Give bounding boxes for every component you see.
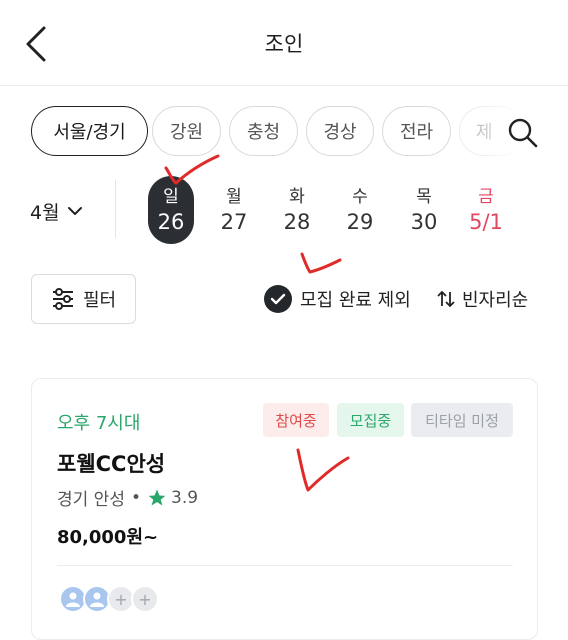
date-item-28[interactable]: 화 28: [274, 176, 320, 244]
date-number: 26: [157, 210, 185, 234]
teetime-badge: 티타임 미정: [411, 403, 513, 437]
date-weekday: 화: [289, 187, 305, 207]
region-chip-gangwon[interactable]: 강원: [152, 106, 221, 156]
empty-slot: +: [131, 585, 159, 613]
region-chip-gyeongsang[interactable]: 경상: [306, 106, 374, 156]
red-check-mark-icon: [164, 154, 220, 185]
search-button[interactable]: [506, 116, 540, 150]
date-weekday: 수: [352, 187, 368, 207]
date-number: 27: [220, 210, 248, 234]
date-number: 29: [346, 210, 374, 234]
month-selector[interactable]: 4월: [30, 196, 82, 226]
rating-value: 3.9: [171, 487, 199, 508]
date-divider: [115, 180, 116, 238]
month-label: 4월: [30, 201, 60, 224]
filter-button[interactable]: 필터: [31, 274, 136, 324]
date-weekday: 목: [416, 187, 432, 207]
sliders-icon: [52, 288, 73, 310]
recruiting-badge: 모집중: [337, 403, 404, 437]
card-divider: [57, 565, 513, 566]
course-name: 포웰CC안성: [57, 452, 166, 476]
location-text: 경기 안성: [57, 490, 125, 510]
separator-dot: •: [130, 487, 141, 508]
red-check-mark-icon: [296, 448, 350, 492]
join-card[interactable]: 오후 7시대 참여중 모집중 티타임 미정 포웰CC안성 경기 안성 • 3.9…: [31, 378, 538, 640]
date-item-30[interactable]: 목 30: [401, 176, 447, 244]
joined-badge: 참여중: [263, 403, 329, 437]
page-title: 조인: [264, 32, 304, 56]
region-filter-row: 서울/경기 강원 충청 경상 전라 제: [0, 104, 568, 160]
region-chip-seoul-gyeonggi[interactable]: 서울/경기: [31, 106, 148, 156]
region-chip-chungcheong[interactable]: 충청: [229, 106, 298, 156]
date-number: 5/1: [469, 210, 503, 234]
date-item-29[interactable]: 수 29: [337, 176, 383, 244]
location-row: 경기 안성 • 3.9: [57, 485, 199, 511]
exclude-closed-toggle[interactable]: 모집 완료 제외: [264, 284, 411, 314]
region-chip-jeolla[interactable]: 전라: [382, 106, 451, 156]
star-icon: [148, 489, 166, 505]
header-bar: 조인: [0, 0, 568, 86]
chevron-down-icon: [67, 207, 82, 215]
date-number: 28: [283, 210, 311, 234]
date-weekday: 금: [478, 187, 494, 207]
exclude-closed-label: 모집 완료 제외: [300, 290, 411, 311]
sort-label: 빈자리순: [462, 290, 529, 311]
checkbox-checked-icon: [264, 285, 292, 313]
sort-arrows-icon: [437, 290, 455, 308]
date-number: 30: [410, 210, 438, 234]
red-check-mark-icon: [300, 252, 342, 274]
sort-button[interactable]: 빈자리순: [436, 284, 528, 314]
price-label: 80,000원~: [57, 527, 159, 548]
filter-label: 필터: [82, 290, 117, 311]
tee-time-label: 오후 7시대: [57, 413, 141, 434]
search-icon: [508, 118, 538, 148]
date-item-5-1[interactable]: 금 5/1: [463, 176, 509, 244]
